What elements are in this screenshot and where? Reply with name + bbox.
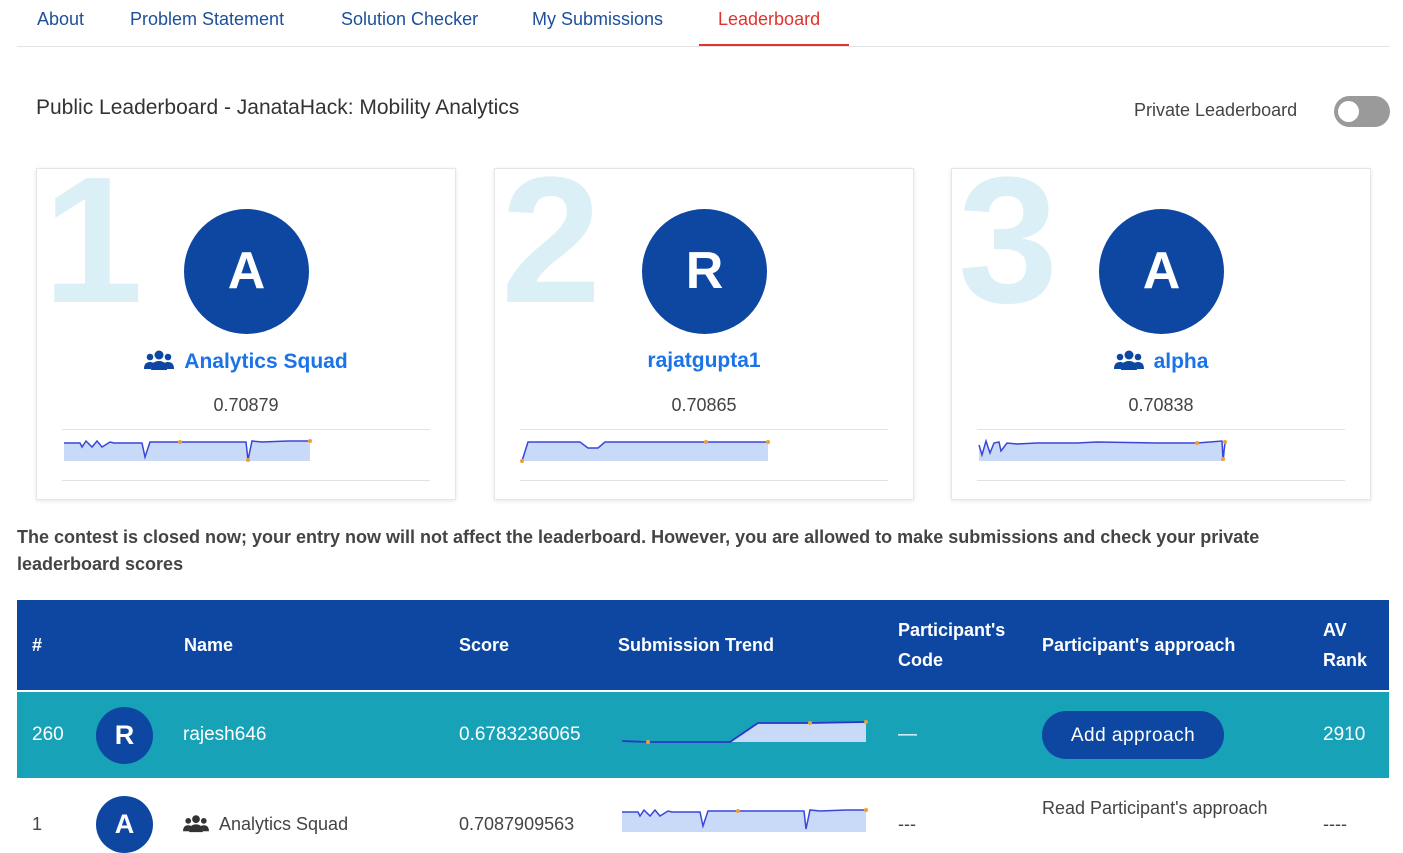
divider xyxy=(520,429,888,430)
submission-trend-sparkline xyxy=(64,439,312,462)
podium-card-1: 1 A Analytics Squad 0.70879 xyxy=(36,168,456,500)
podium-name-link[interactable]: rajatgupta1 xyxy=(495,349,913,373)
podium-name: rajatgupta1 xyxy=(647,349,761,372)
submission-trend-sparkline xyxy=(621,720,868,744)
row-rank: 1 xyxy=(32,814,43,834)
podium-name: alpha xyxy=(1153,350,1209,373)
submission-trend-sparkline xyxy=(622,808,868,832)
header-av-rank-line2: Rank xyxy=(1323,650,1368,670)
tab-my-submissions[interactable]: My Submissions xyxy=(532,9,663,30)
podium-name-link[interactable]: Analytics Squad xyxy=(37,349,455,377)
private-leaderboard-toggle[interactable] xyxy=(1334,96,1390,127)
read-approach-link[interactable]: Read Participant's approach xyxy=(1042,798,1268,819)
leaderboard-table-header: # Name Score Submission Trend Participan… xyxy=(17,600,1389,690)
row-name: Analytics Squad xyxy=(219,814,349,834)
row-av-rank: 2910 xyxy=(1323,724,1366,745)
submission-trend-sparkline xyxy=(978,438,1227,461)
active-tab-indicator xyxy=(699,44,849,46)
tab-bar: About Problem Statement Solution Checker… xyxy=(17,0,1390,47)
divider xyxy=(62,480,430,481)
row-score: 0.7087909563 xyxy=(459,814,575,834)
avatar: A xyxy=(1099,209,1224,334)
avatar: R xyxy=(642,209,767,334)
podium-rank-number: 3 xyxy=(958,168,1059,341)
divider xyxy=(62,429,430,430)
avatar: R xyxy=(96,707,153,764)
podium-name-link[interactable]: alpha xyxy=(952,349,1370,377)
divider xyxy=(520,480,888,481)
header-submission-trend: Submission Trend xyxy=(618,635,775,655)
podium-card-3: 3 A alpha 0.70838 xyxy=(951,168,1371,500)
row-name[interactable]: rajesh646 xyxy=(183,724,266,746)
row-code: — xyxy=(898,724,917,745)
podium-name: Analytics Squad xyxy=(184,350,348,373)
podium-score: 0.70865 xyxy=(671,395,737,415)
header-rank: # xyxy=(32,635,43,655)
header-av-rank-line1: AV xyxy=(1323,620,1347,640)
header-score: Score xyxy=(459,635,510,655)
team-icon xyxy=(183,814,209,838)
tab-problem-statement[interactable]: Problem Statement xyxy=(130,9,284,30)
divider xyxy=(977,480,1345,481)
divider xyxy=(977,429,1345,430)
submission-trend-sparkline xyxy=(520,440,770,463)
header-code-line1: Participant's xyxy=(898,620,1006,640)
contest-closed-notice: The contest is closed now; your entry no… xyxy=(17,527,1260,574)
podium-score: 0.70838 xyxy=(1128,395,1194,415)
row-name-link[interactable]: Analytics Squad xyxy=(183,814,348,838)
header-approach: Participant's approach xyxy=(1042,635,1236,655)
add-approach-button[interactable]: Add approach xyxy=(1042,711,1224,759)
tab-about[interactable]: About xyxy=(37,9,84,30)
row-av-rank: ---- xyxy=(1323,814,1347,834)
table-row: 1 A Analytics Squad 0.7087909563 --- Rea… xyxy=(17,778,1389,853)
row-score: 0.6783236065 xyxy=(459,724,581,745)
private-leaderboard-label: Private Leaderboard xyxy=(1134,100,1298,120)
table-row-current-user: 260 R rajesh646 0.6783236065 — Add appro… xyxy=(17,692,1389,778)
toggle-knob xyxy=(1338,101,1359,122)
podium-card-2: 2 R rajatgupta1 0.70865 xyxy=(494,168,914,500)
team-icon xyxy=(144,349,175,377)
avatar: A xyxy=(96,796,153,853)
header-code-line2: Code xyxy=(898,650,943,670)
page-title: Public Leaderboard - JanataHack: Mobilit… xyxy=(36,96,520,119)
podium-score: 0.70879 xyxy=(213,395,279,415)
team-icon xyxy=(1113,349,1144,377)
header-name: Name xyxy=(184,635,234,655)
podium-rank-number: 2 xyxy=(501,168,602,341)
row-rank: 260 xyxy=(32,724,64,745)
row-code: --- xyxy=(898,814,916,834)
tab-solution-checker[interactable]: Solution Checker xyxy=(341,9,478,30)
tab-leaderboard[interactable]: Leaderboard xyxy=(718,9,820,30)
podium-rank-number: 1 xyxy=(43,168,144,341)
avatar: A xyxy=(184,209,309,334)
